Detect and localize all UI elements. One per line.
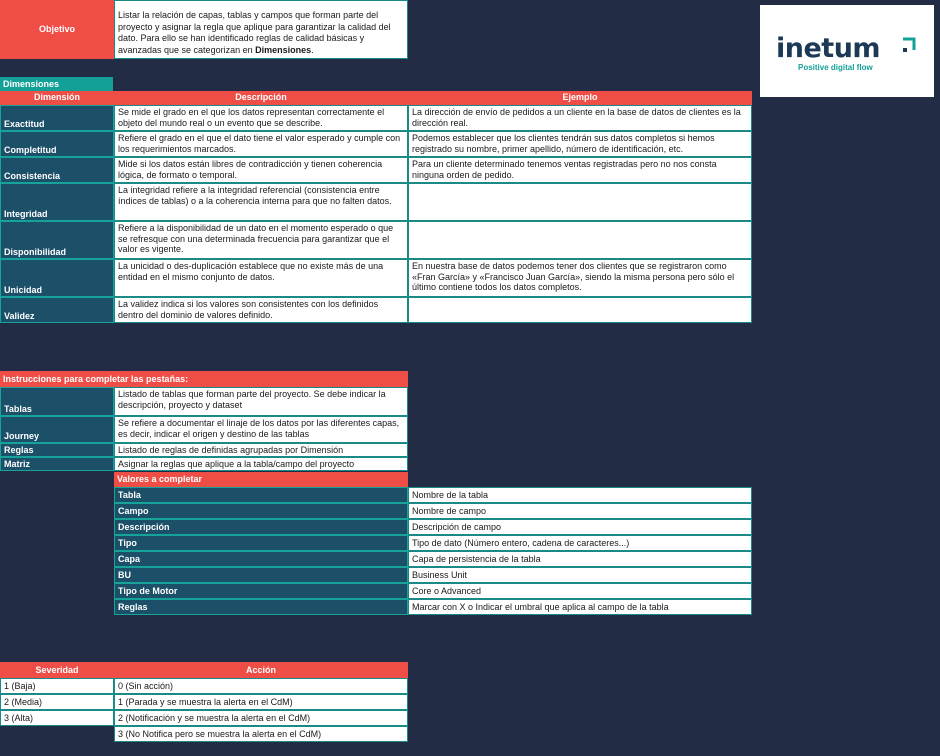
severidad-value: 1 (Baja) [0,678,114,694]
logo-mark-icon [903,37,916,52]
objetivo-label: Objetivo [0,0,114,59]
dimension-header: Dimensión [0,91,114,105]
dimension-example: En nuestra base de datos podemos tener d… [408,259,752,297]
accion-value: 3 (No Notifica pero se muestra la alerta… [114,726,408,742]
valor-text: Tipo de dato (Número entero, cadena de c… [408,535,752,551]
accion-value: 1 (Parada y se muestra la alerta en el C… [114,694,408,710]
objetivo-text-bold: Dimensiones [255,44,312,55]
instruccion-text: Listado de reglas de definidas agrupadas… [114,443,408,457]
dimensiones-section-title: Dimensiones [0,77,113,91]
dimension-name: Consistencia [0,157,114,183]
dimension-name: Disponibilidad [0,221,114,259]
ejemplo-header: Ejemplo [408,91,752,105]
valor-name: Campo [114,503,408,519]
dimension-example: Podemos establecer que los clientes tend… [408,131,752,157]
dimension-name: Validez [0,297,114,323]
dimension-example [408,183,752,221]
instruccion-text: Se refiere a documentar el linaje de los… [114,416,408,443]
instruccion-text: Asignar la reglas que aplique a la tabla… [114,457,408,471]
dimension-description: Se mide el grado en el que los datos rep… [114,105,408,131]
valor-text: Nombre de campo [408,503,752,519]
dimension-description: Refiere el grado en el que el dato tiene… [114,131,408,157]
valor-name: Tabla [114,487,408,503]
valores-title: Valores a completar [114,472,408,487]
valor-text: Marcar con X o Indicar el umbral que apl… [408,599,752,615]
instruccion-name: Journey [0,416,114,443]
severidad-value: 3 (Alta) [0,710,114,726]
dimension-description: La integridad refiere a la integridad re… [114,183,408,221]
dimension-example [408,221,752,259]
dimension-description: La validez indica si los valores son con… [114,297,408,323]
instruccion-name: Matriz [0,457,114,471]
objetivo-text-end: . [311,44,314,55]
severidad-value: 2 (Media) [0,694,114,710]
accion-value: 0 (Sin acción) [114,678,408,694]
dimension-example: La dirección de envío de pedidos a un cl… [408,105,752,131]
valor-text: Nombre de la tabla [408,487,752,503]
valor-name: Tipo de Motor [114,583,408,599]
valor-text: Descripción de campo [408,519,752,535]
valor-name: BU [114,567,408,583]
valor-name: Descripción [114,519,408,535]
instruccion-name: Reglas [0,443,114,457]
dimension-description: Refiere a la disponibilidad de un dato e… [114,221,408,259]
instruccion-name: Tablas [0,387,114,416]
valor-text: Capa de persistencia de la tabla [408,551,752,567]
dimension-example [408,297,752,323]
accion-header: Acción [114,662,408,678]
inetum-logo: inetum Positive digital flow [760,5,934,97]
dimension-description: La unicidad o des-duplicación establece … [114,259,408,297]
valor-text: Business Unit [408,567,752,583]
instrucciones-title: Instrucciones para completar las pestaña… [0,371,408,387]
valor-name: Capa [114,551,408,567]
dimension-name: Unicidad [0,259,114,297]
dimension-example: Para un cliente determinado tenemos vent… [408,157,752,183]
objetivo-text: Listar la relación de capas, tablas y ca… [114,0,408,59]
dimension-name: Integridad [0,183,114,221]
logo-name: inetum [776,33,881,64]
valor-name: Tipo [114,535,408,551]
dimension-name: Exactitud [0,105,114,131]
logo-tagline: Positive digital flow [798,63,873,72]
dimension-name: Completitud [0,131,114,157]
valor-name: Reglas [114,599,408,615]
valor-text: Core o Advanced [408,583,752,599]
descripcion-header: Descripción [114,91,408,105]
instruccion-text: Listado de tablas que forman parte del p… [114,387,408,416]
dimension-description: Mide si los datos están libres de contra… [114,157,408,183]
accion-value: 2 (Notificación y se muestra la alerta e… [114,710,408,726]
severidad-header: Severidad [0,662,114,678]
